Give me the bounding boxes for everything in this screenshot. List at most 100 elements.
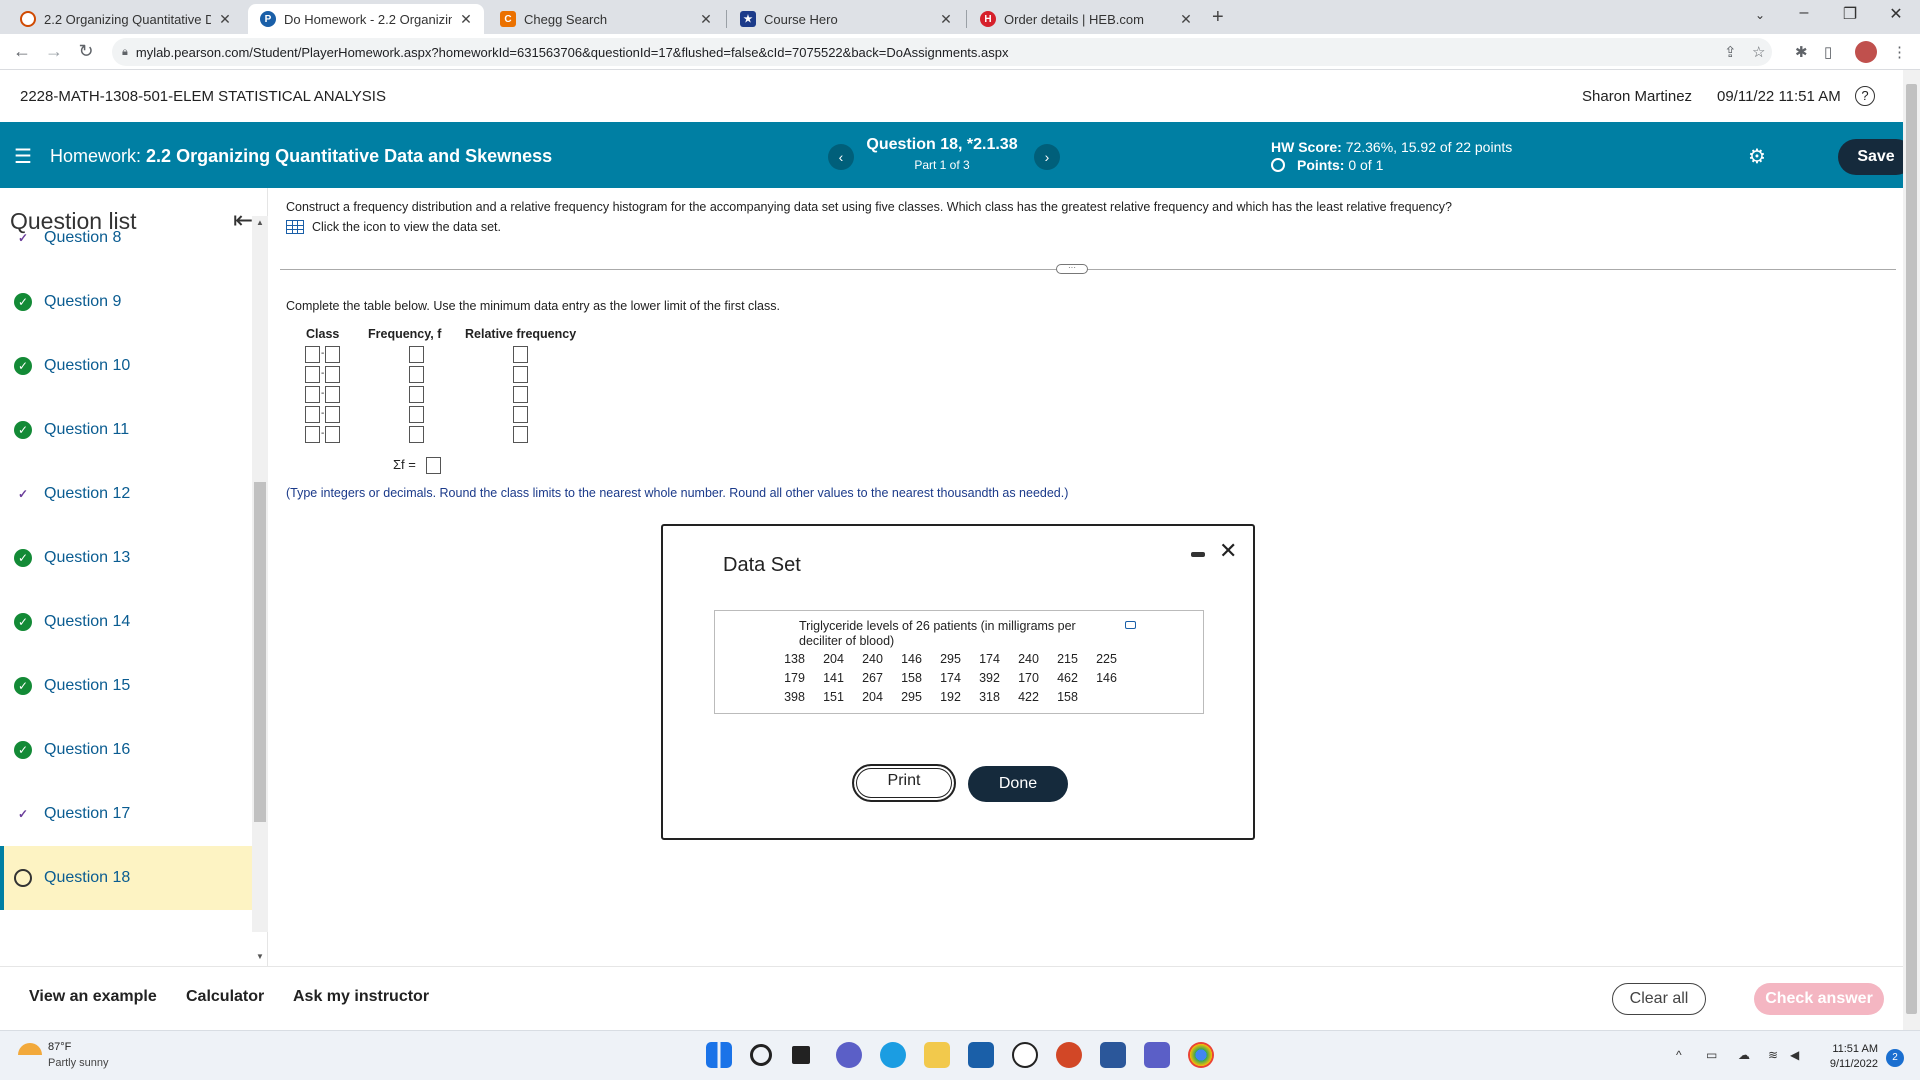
frequency-input[interactable] — [409, 406, 424, 423]
side-panel-icon[interactable]: ▯ — [1824, 43, 1832, 61]
question-list-item[interactable]: ✓ Question 15 — [0, 654, 252, 718]
question-list-item[interactable]: ✓ Question 12 — [0, 462, 252, 526]
new-tab-icon[interactable]: + — [1212, 6, 1224, 29]
frequency-input[interactable] — [409, 346, 424, 363]
weather-description[interactable]: Partly sunny — [48, 1057, 109, 1069]
chrome-menu-icon[interactable]: ⋮ — [1892, 43, 1907, 61]
teams-icon[interactable] — [1144, 1042, 1170, 1068]
scrollbar-thumb[interactable] — [254, 482, 266, 822]
weather-temperature[interactable]: 87°F — [48, 1041, 71, 1053]
window-close-icon[interactable]: ✕ — [1876, 4, 1916, 24]
menu-hamburger-icon[interactable]: ☰ — [14, 144, 32, 169]
clear-all-button[interactable]: Clear all — [1612, 983, 1706, 1015]
question-list-item[interactable]: Question 18 — [0, 846, 252, 910]
task-view-icon[interactable] — [792, 1046, 810, 1064]
share-icon[interactable]: ⇪ — [1724, 43, 1737, 61]
question-list-item[interactable]: ✓ Question 10 — [0, 334, 252, 398]
tab-heb[interactable]: H Order details | HEB.com ✕ — [968, 4, 1204, 34]
relative-frequency-input[interactable] — [513, 406, 528, 423]
class-lower-limit-input[interactable] — [305, 386, 320, 403]
notification-badge[interactable]: 2 — [1886, 1049, 1904, 1067]
close-tab-icon[interactable]: ✕ — [217, 11, 233, 28]
check-answer-button[interactable]: Check answer — [1754, 983, 1884, 1015]
next-question-button[interactable]: › — [1034, 144, 1060, 170]
tray-device-icon[interactable]: ▭ — [1706, 1048, 1717, 1062]
close-tab-icon[interactable]: ✕ — [458, 11, 474, 28]
clock-date[interactable]: 9/11/2022 — [1820, 1058, 1878, 1070]
close-tab-icon[interactable]: ✕ — [938, 11, 954, 28]
chat-icon[interactable] — [836, 1042, 862, 1068]
class-upper-limit-input[interactable] — [325, 386, 340, 403]
scroll-down-icon[interactable]: ▼ — [256, 952, 264, 961]
reload-icon[interactable]: ↻ — [74, 41, 98, 62]
page-scrollbar-thumb[interactable] — [1906, 84, 1917, 1014]
restore-icon[interactable]: ❐ — [1830, 4, 1870, 24]
windows-start-icon[interactable] — [706, 1042, 732, 1068]
bookmark-star-icon[interactable]: ☆ — [1752, 43, 1765, 61]
back-arrow-icon[interactable]: ← — [10, 41, 34, 62]
class-lower-limit-input[interactable] — [305, 406, 320, 423]
close-tab-icon[interactable]: ✕ — [698, 11, 714, 28]
relative-frequency-input[interactable] — [513, 366, 528, 383]
weather-sun-icon[interactable] — [18, 1043, 42, 1055]
print-button[interactable]: Print — [852, 764, 956, 802]
expand-handle-icon[interactable]: ··· — [1056, 264, 1088, 274]
class-lower-limit-input[interactable] — [305, 346, 320, 363]
copy-to-clipboard-icon[interactable] — [1125, 621, 1136, 629]
question-list-item[interactable]: ✓ Question 11 — [0, 398, 252, 462]
question-list-item[interactable]: ✓ Question 9 — [0, 270, 252, 334]
question-list-item[interactable]: ✓ Question 8 — [0, 206, 252, 270]
close-dialog-icon[interactable]: ✕ — [1219, 538, 1237, 564]
tab-search-icon[interactable]: ⌄ — [1740, 8, 1780, 22]
settings-gear-icon[interactable]: ⚙ — [1748, 144, 1766, 169]
minimize-icon[interactable]: – — [1784, 4, 1824, 22]
done-button[interactable]: Done — [968, 766, 1068, 802]
file-explorer-icon[interactable] — [924, 1042, 950, 1068]
ask-instructor-link[interactable]: Ask my instructor — [293, 988, 429, 1006]
search-icon[interactable] — [750, 1044, 772, 1066]
dell-icon[interactable] — [1012, 1042, 1038, 1068]
view-example-link[interactable]: View an example — [29, 988, 157, 1006]
onedrive-cloud-icon[interactable]: ☁ — [1738, 1048, 1750, 1062]
tab-course-hero[interactable]: ★ Course Hero ✕ — [728, 4, 964, 34]
class-upper-limit-input[interactable] — [325, 366, 340, 383]
address-bar[interactable]: 🔒︎ mylab.pearson.com/Student/PlayerHomew… — [112, 38, 1772, 66]
help-icon[interactable]: ? — [1855, 86, 1875, 106]
extensions-puzzle-icon[interactable]: ✱ — [1795, 43, 1808, 61]
class-upper-limit-input[interactable] — [325, 406, 340, 423]
tab-do-homework[interactable]: P Do Homework - 2.2 Organizing C ✕ — [248, 4, 484, 34]
question-list-item[interactable]: ✓ Question 17 — [0, 782, 252, 846]
data-table-icon[interactable] — [286, 220, 304, 234]
mail-icon[interactable] — [968, 1042, 994, 1068]
question-list-item[interactable]: ✓ Question 13 — [0, 526, 252, 590]
close-tab-icon[interactable]: ✕ — [1178, 11, 1194, 28]
tab-organizing-data[interactable]: 2.2 Organizing Quantitative Data ✕ — [8, 4, 243, 34]
powerpoint-icon[interactable] — [1056, 1042, 1082, 1068]
tray-overflow-icon[interactable]: ^ — [1676, 1048, 1682, 1062]
question-list-item[interactable]: ✓ Question 14 — [0, 590, 252, 654]
relative-frequency-input[interactable] — [513, 426, 528, 443]
edge-browser-icon[interactable] — [880, 1042, 906, 1068]
wifi-icon[interactable]: ≋ — [1768, 1048, 1778, 1062]
tab-chegg[interactable]: C Chegg Search ✕ — [488, 4, 724, 34]
volume-icon[interactable]: ◀ — [1790, 1048, 1799, 1062]
sum-frequency-input[interactable] — [426, 457, 441, 474]
word-icon[interactable] — [1100, 1042, 1126, 1068]
class-upper-limit-input[interactable] — [325, 346, 340, 363]
chrome-icon[interactable] — [1188, 1042, 1214, 1068]
frequency-input[interactable] — [409, 386, 424, 403]
relative-frequency-input[interactable] — [513, 346, 528, 363]
clock-time[interactable]: 11:51 AM — [1820, 1043, 1878, 1055]
class-upper-limit-input[interactable] — [325, 426, 340, 443]
question-list-item[interactable]: ✓ Question 16 — [0, 718, 252, 782]
calculator-link[interactable]: Calculator — [186, 988, 264, 1006]
forward-arrow-icon[interactable]: → — [42, 41, 66, 62]
scroll-up-icon[interactable]: ▲ — [256, 218, 264, 227]
profile-avatar[interactable] — [1855, 41, 1877, 63]
class-lower-limit-input[interactable] — [305, 366, 320, 383]
minimize-dialog-icon[interactable] — [1191, 552, 1205, 557]
class-lower-limit-input[interactable] — [305, 426, 320, 443]
view-data-set-link[interactable]: Click the icon to view the data set. — [286, 220, 501, 234]
frequency-input[interactable] — [409, 366, 424, 383]
frequency-input[interactable] — [409, 426, 424, 443]
